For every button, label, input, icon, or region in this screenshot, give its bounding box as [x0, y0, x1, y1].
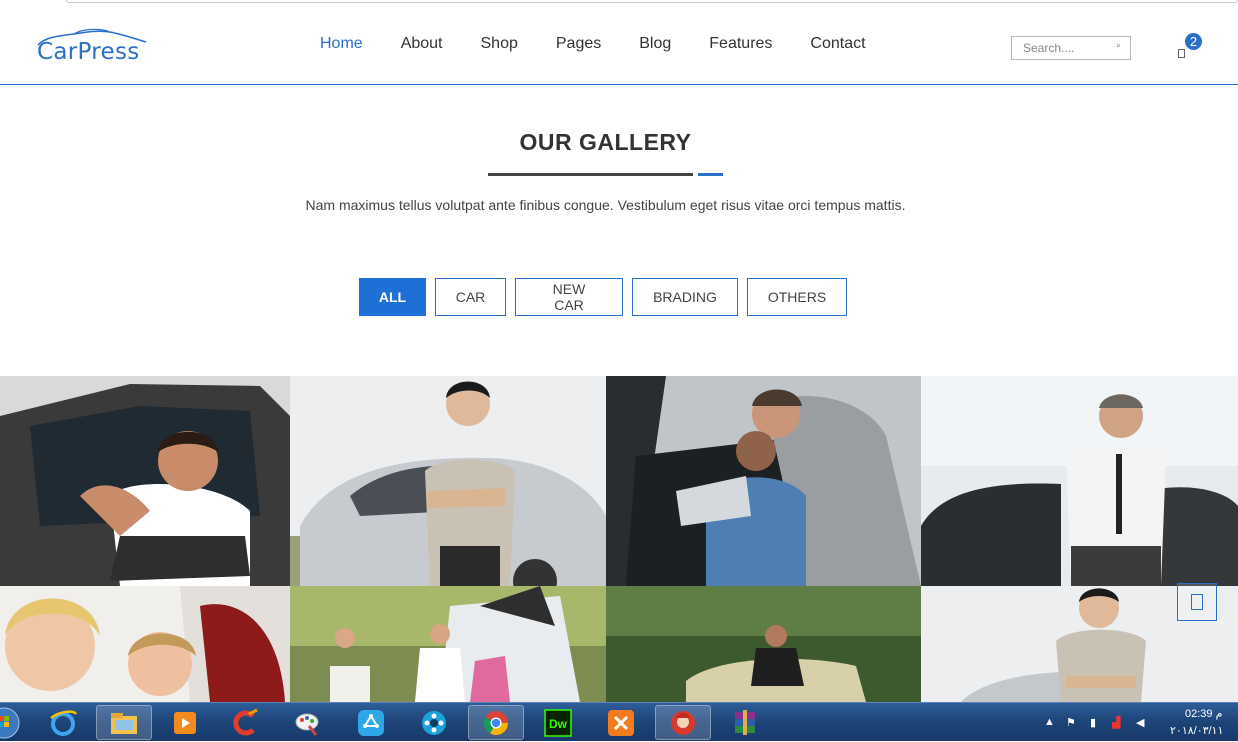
- start-orb-icon[interactable]: [0, 705, 22, 740]
- search-icon[interactable]: ▫: [1116, 41, 1120, 52]
- site-header: CarPress Home About Shop Pages Blog Feat…: [0, 8, 1238, 85]
- clock-time[interactable]: 02:39 م: [1185, 707, 1222, 720]
- clock-date[interactable]: ٢٠١٨/٠٣/١١: [1170, 724, 1223, 737]
- browser-frame: [66, 0, 1238, 3]
- system-tray: ▲ ⚑ ▮ ▟ ◀ 02:39 م ٢٠١٨/٠٣/١١: [1040, 703, 1238, 742]
- filter-car-button[interactable]: CAR: [435, 278, 506, 316]
- nav-about[interactable]: About: [401, 35, 443, 57]
- scroll-to-top-icon: [1191, 594, 1203, 610]
- gallery-photo-young-man-silver-car[interactable]: [290, 376, 606, 586]
- gallery-photo-salesman-customer[interactable]: [606, 376, 921, 586]
- show-hidden-icons-icon[interactable]: ▲: [1044, 716, 1055, 728]
- filter-others-button[interactable]: OTHERS: [747, 278, 847, 316]
- file-explorer-icon[interactable]: [96, 705, 152, 740]
- gallery-photo-businessman-black-car[interactable]: [921, 376, 1238, 586]
- signal-icon[interactable]: ▟: [1112, 716, 1120, 729]
- nav-contact[interactable]: Contact: [810, 35, 865, 57]
- search-box: ▫: [1011, 36, 1131, 60]
- filter-all-button[interactable]: ALL: [359, 278, 426, 316]
- gallery-filters: ALL CAR NEW CAR BRADING OTHERS: [359, 278, 856, 316]
- gallery-photo-family-trunk[interactable]: [290, 586, 606, 702]
- gallery-photo-woman-child[interactable]: [0, 586, 290, 702]
- internet-explorer-icon[interactable]: [35, 705, 91, 740]
- volume-muted-icon[interactable]: ◀: [1136, 716, 1144, 729]
- winrar-icon[interactable]: [717, 705, 773, 740]
- cart-count-badge: 2: [1185, 33, 1202, 50]
- gallery-photo-man-in-car[interactable]: [0, 376, 290, 586]
- nav-shop[interactable]: Shop: [481, 35, 518, 57]
- title-underline: [488, 173, 693, 176]
- browser-chrome-edge: [0, 0, 1238, 8]
- network-error-icon[interactable]: ⚑: [1066, 716, 1076, 729]
- chrome-icon[interactable]: [468, 705, 524, 740]
- gallery-photo-man-old-car[interactable]: [606, 586, 921, 702]
- photo-gallery: [0, 376, 1238, 702]
- filter-brading-button[interactable]: BRADING: [632, 278, 738, 316]
- title-underline-accent: [698, 173, 723, 176]
- section-title: OUR GALLERY: [519, 129, 692, 155]
- filter-new-car-button[interactable]: NEW CAR: [515, 278, 623, 316]
- nav-features[interactable]: Features: [709, 35, 772, 57]
- ccleaner-icon[interactable]: [218, 705, 274, 740]
- sync-icon[interactable]: [343, 705, 399, 740]
- scroll-to-top-button[interactable]: [1177, 583, 1217, 621]
- main-nav: Home About Shop Pages Blog Features Cont…: [320, 35, 904, 57]
- nav-blog[interactable]: Blog: [639, 35, 671, 57]
- windows-taskbar: Dw ▲ ⚑ ▮ ▟ ◀ 02:39 م ٢٠١٨/٠٣/١١: [0, 702, 1238, 741]
- media-player-icon[interactable]: [157, 705, 213, 740]
- cart-button[interactable]: 2: [1174, 33, 1204, 66]
- section-description: Nam maximus tellus volutpat ante finibus…: [305, 197, 906, 213]
- xampp-icon[interactable]: [593, 705, 649, 740]
- cart-icon: [1178, 49, 1185, 58]
- paint-icon[interactable]: [279, 705, 335, 740]
- svg-text:Dw: Dw: [549, 717, 568, 731]
- battery-icon[interactable]: ▮: [1090, 716, 1096, 729]
- video-player-icon[interactable]: [406, 705, 462, 740]
- search-input[interactable]: [1012, 37, 1107, 59]
- nav-home[interactable]: Home: [320, 35, 363, 57]
- carpress-logo[interactable]: CarPress: [34, 28, 149, 65]
- user-app-icon[interactable]: [655, 705, 711, 740]
- nav-pages[interactable]: Pages: [556, 35, 601, 57]
- logo-text: CarPress: [37, 39, 140, 65]
- dreamweaver-icon[interactable]: Dw: [530, 705, 586, 740]
